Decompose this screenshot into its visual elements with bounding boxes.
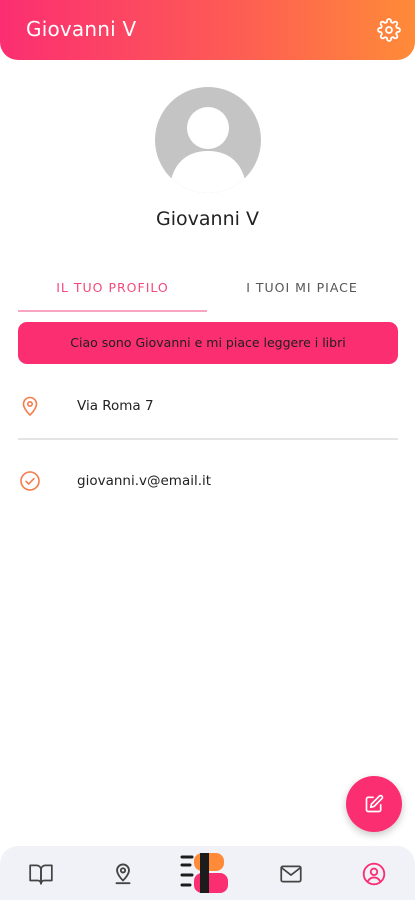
book-icon[interactable] [28, 861, 54, 887]
profile-icon[interactable] [361, 861, 387, 887]
header-title: Giovanni V [26, 17, 137, 41]
map-pin-icon[interactable] [110, 861, 136, 887]
edit-profile-button[interactable] [346, 776, 402, 832]
tab-profile[interactable]: IL TUO PROFILO [18, 280, 207, 312]
user-placeholder-avatar [155, 87, 261, 193]
check-circle-icon [20, 471, 40, 491]
tab-likes[interactable]: I TUOI MI PIACE [207, 280, 397, 312]
gear-icon[interactable] [377, 18, 401, 42]
app-header: Giovanni V [0, 0, 415, 60]
address-text: Via Roma 7 [77, 398, 154, 414]
location-pin-icon [22, 396, 38, 416]
app-logo[interactable] [180, 851, 236, 895]
email-text: giovanni.v@email.it [77, 473, 212, 489]
bottom-navigation [0, 846, 415, 900]
mail-icon[interactable] [278, 861, 304, 887]
divider [18, 438, 398, 440]
bio-banner: Ciao sono Giovanni e mi piace leggere i … [18, 322, 398, 364]
address-row: Via Roma 7 [18, 392, 398, 422]
profile-name: Giovanni V [156, 208, 259, 230]
edit-icon [365, 794, 384, 813]
email-row: giovanni.v@email.it [18, 467, 398, 497]
